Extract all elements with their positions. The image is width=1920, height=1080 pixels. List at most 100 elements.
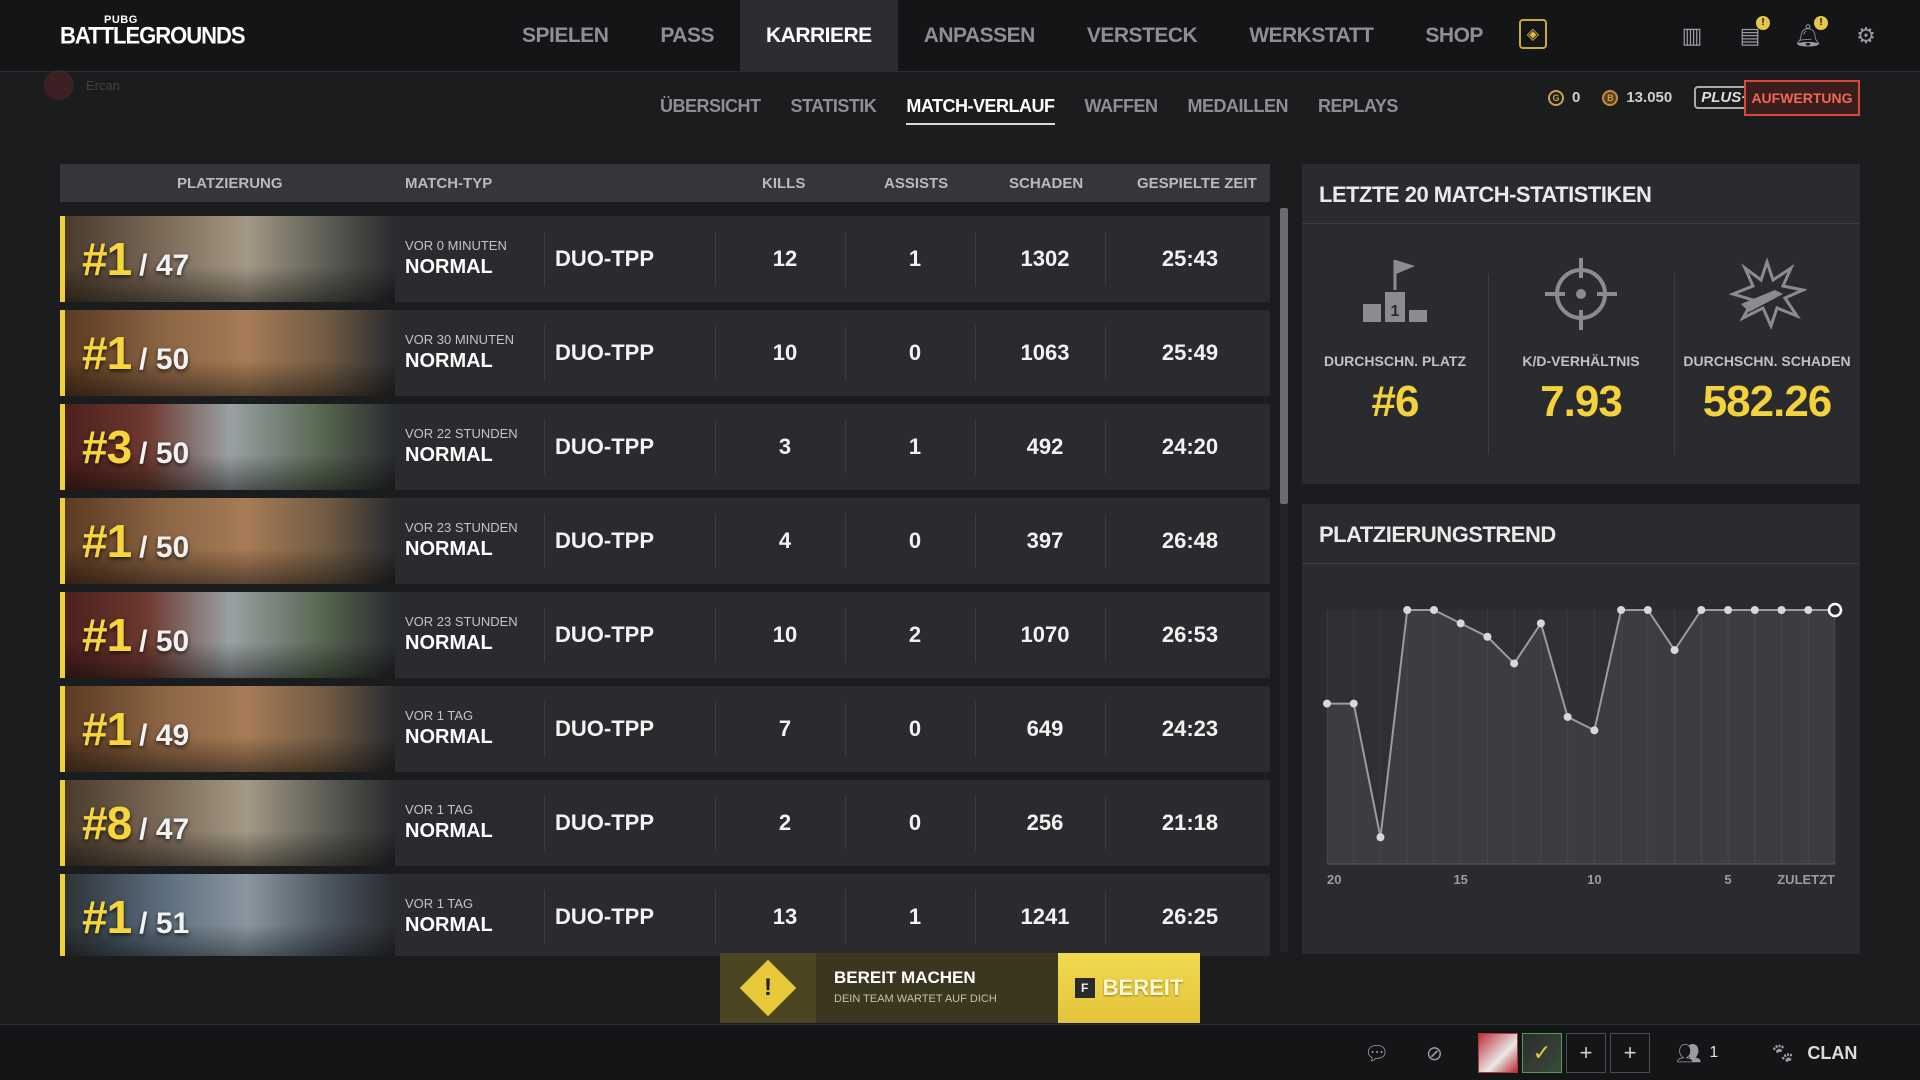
trend-panel: PLATZIERUNGSTREND 20 15 10 5 ZULETZT <box>1302 504 1860 954</box>
chart-point[interactable] <box>1510 659 1519 668</box>
match-row[interactable]: #3 / 50 VOR 22 STUNDEN NORMAL DUO-TPP 3 1 492… <box>60 404 1270 490</box>
chart-point[interactable] <box>1349 699 1358 708</box>
tab-statistik[interactable]: STATISTIK <box>791 96 877 125</box>
svg-text:1: 1 <box>1391 303 1400 320</box>
chart-point[interactable] <box>1777 606 1786 614</box>
chart-point[interactable] <box>1563 712 1572 721</box>
match-row[interactable]: #1 / 50 VOR 30 MINUTEN NORMAL DUO-TPP 10 0 10… <box>60 310 1270 396</box>
chart-point[interactable] <box>1403 606 1412 614</box>
nav-werkstatt[interactable]: WERKSTATT <box>1223 0 1399 72</box>
ready-info: ! BEREIT MACHEN DEIN TEAM WARTET AUF DIC… <box>720 953 1058 1023</box>
match-row[interactable]: #8 / 47 VOR 1 TAG NORMAL DUO-TPP 2 0 256 21:18 <box>60 780 1270 866</box>
match-time-ago: VOR 1 TAG <box>405 896 474 911</box>
cell-divider <box>715 326 716 380</box>
tab-match-verlauf[interactable]: MATCH-VERLAUF <box>906 96 1055 125</box>
chart-point[interactable] <box>1697 606 1706 614</box>
chart-point[interactable] <box>1724 606 1733 614</box>
placement-rank: #1 <box>82 515 132 567</box>
chart-point[interactable] <box>1643 606 1652 614</box>
notifications-icon[interactable]: 🔔︎! <box>1794 16 1828 50</box>
match-time-ago: VOR 1 TAG <box>405 708 474 723</box>
party-member-avatar[interactable] <box>1478 1033 1518 1073</box>
chart-point[interactable] <box>1483 632 1492 641</box>
bp-amount: 13.050 <box>1626 89 1673 106</box>
nav-pass[interactable]: PASS <box>634 0 740 72</box>
cell-time: 25:43 <box>1161 246 1219 271</box>
header-kills: KILLS <box>762 175 806 192</box>
ready-button[interactable]: F BEREIT <box>1058 953 1200 1023</box>
party-member-avatar[interactable]: ✓ <box>1522 1033 1562 1073</box>
placement: #1 / 50 <box>82 514 189 568</box>
upgrade-button[interactable]: AUFWERTUNG <box>1744 80 1860 116</box>
match-row[interactable]: #1 / 50 VOR 23 STUNDEN NORMAL DUO-TPP 10 2 10… <box>60 592 1270 678</box>
chart-point[interactable] <box>1536 619 1545 628</box>
chart-point[interactable] <box>1323 699 1331 708</box>
user-profile[interactable]: Ercan <box>44 70 120 100</box>
cell-time: 26:25 <box>1161 904 1219 929</box>
voice-off-icon[interactable]: ⊘ <box>1426 1025 1443 1080</box>
match-time-ago: VOR 23 STUNDEN <box>405 520 518 535</box>
chart-point[interactable] <box>1456 619 1465 628</box>
tab-waffen[interactable]: WAFFEN <box>1085 96 1159 125</box>
hotkey-badge: F <box>1074 978 1095 998</box>
tab-replays[interactable]: REPLAYS <box>1318 96 1398 125</box>
add-party-member-button[interactable]: + <box>1566 1033 1606 1073</box>
cell-time: 24:20 <box>1161 434 1219 459</box>
chart-point[interactable] <box>1804 606 1813 614</box>
storage-icon[interactable]: ▥ <box>1678 22 1706 50</box>
chart-point[interactable] <box>1429 606 1438 614</box>
scrollbar-thumb[interactable] <box>1280 208 1288 504</box>
add-party-member-button[interactable]: + <box>1610 1033 1650 1073</box>
cell-divider <box>715 796 716 850</box>
match-row[interactable]: #1 / 49 VOR 1 TAG NORMAL DUO-TPP 7 0 649 24:23 <box>60 686 1270 772</box>
chart-point[interactable] <box>1590 726 1599 735</box>
friends-button[interactable]: 👥︎ 1 <box>1676 1025 1718 1080</box>
notification-alert-badge: ! <box>1814 16 1828 30</box>
match-row[interactable]: #1 / 47 VOR 0 MINUTEN NORMAL DUO-TPP 12 1 130… <box>60 216 1270 302</box>
placement-rank: #1 <box>82 233 132 285</box>
cell-assists: 1 <box>908 246 922 271</box>
stat-avg-damage: DURCHSCHN. SCHADEN 582.26 <box>1674 224 1860 446</box>
tab-uebersicht[interactable]: ÜBERSICHT <box>660 96 761 125</box>
nav-shop[interactable]: SHOP <box>1399 0 1509 72</box>
stats-panel-title: LETZTE 20 MATCH-STATISTIKEN <box>1302 164 1860 224</box>
nav-karriere[interactable]: KARRIERE <box>740 0 898 72</box>
match-history-list: #1 / 47 VOR 0 MINUTEN NORMAL DUO-TPP 12 1 130… <box>60 216 1270 956</box>
clan-button[interactable]: 🐾︎ CLAN <box>1770 1025 1857 1080</box>
news-icon[interactable]: ▤! <box>1736 16 1770 50</box>
nav-versteck[interactable]: VERSTECK <box>1061 0 1223 72</box>
clan-label: CLAN <box>1807 1042 1858 1063</box>
placement-rank: #8 <box>82 797 132 849</box>
match-type: DUO-TPP <box>555 528 654 553</box>
table-header: PLATZIERUNG MATCH-TYP KILLS ASSISTS SCHA… <box>60 164 1270 202</box>
chart-point[interactable] <box>1617 606 1626 614</box>
chart-point[interactable] <box>1670 646 1679 655</box>
placement-total: / 47 <box>139 813 190 846</box>
cell-divider <box>715 514 716 568</box>
cell-time: 24:23 <box>1161 716 1219 741</box>
stat-label: DURCHSCHN. SCHADEN <box>1683 353 1851 369</box>
chat-icon[interactable]: 💬︎ <box>1364 1025 1389 1080</box>
match-row[interactable]: #1 / 50 VOR 23 STUNDEN NORMAL DUO-TPP 4 0 397… <box>60 498 1270 584</box>
clan-icon: 🐾︎ <box>1770 1042 1796 1065</box>
cell-damage: 649 <box>1026 716 1064 741</box>
cell-divider <box>715 608 716 662</box>
g-coin-amount: 0 <box>1572 89 1581 106</box>
cell-divider <box>544 608 545 662</box>
game-logo: PUBG BATTLEGROUNDS <box>60 14 246 48</box>
tab-medaillen[interactable]: MEDAILLEN <box>1188 96 1289 125</box>
chart-point-latest[interactable] <box>1827 602 1843 618</box>
cell-time: 25:49 <box>1161 340 1219 365</box>
match-time-ago: VOR 1 TAG <box>405 802 474 817</box>
match-mode: NORMAL <box>405 726 493 748</box>
match-row[interactable]: #1 / 51 VOR 1 TAG NORMAL DUO-TPP 13 1 1241 26:… <box>60 874 1270 956</box>
chart-point[interactable] <box>1750 606 1759 614</box>
chart-point[interactable] <box>1376 833 1385 842</box>
nav-spielen[interactable]: SPIELEN <box>496 0 634 72</box>
placement: #3 / 50 <box>82 420 189 474</box>
placement: #1 / 51 <box>82 890 189 944</box>
settings-icon[interactable]: ⚙ <box>1852 22 1880 50</box>
event-ticket-icon[interactable]: ◈ <box>1518 19 1547 49</box>
nav-anpassen[interactable]: ANPASSEN <box>898 0 1061 72</box>
match-time-ago: VOR 23 STUNDEN <box>405 614 518 629</box>
